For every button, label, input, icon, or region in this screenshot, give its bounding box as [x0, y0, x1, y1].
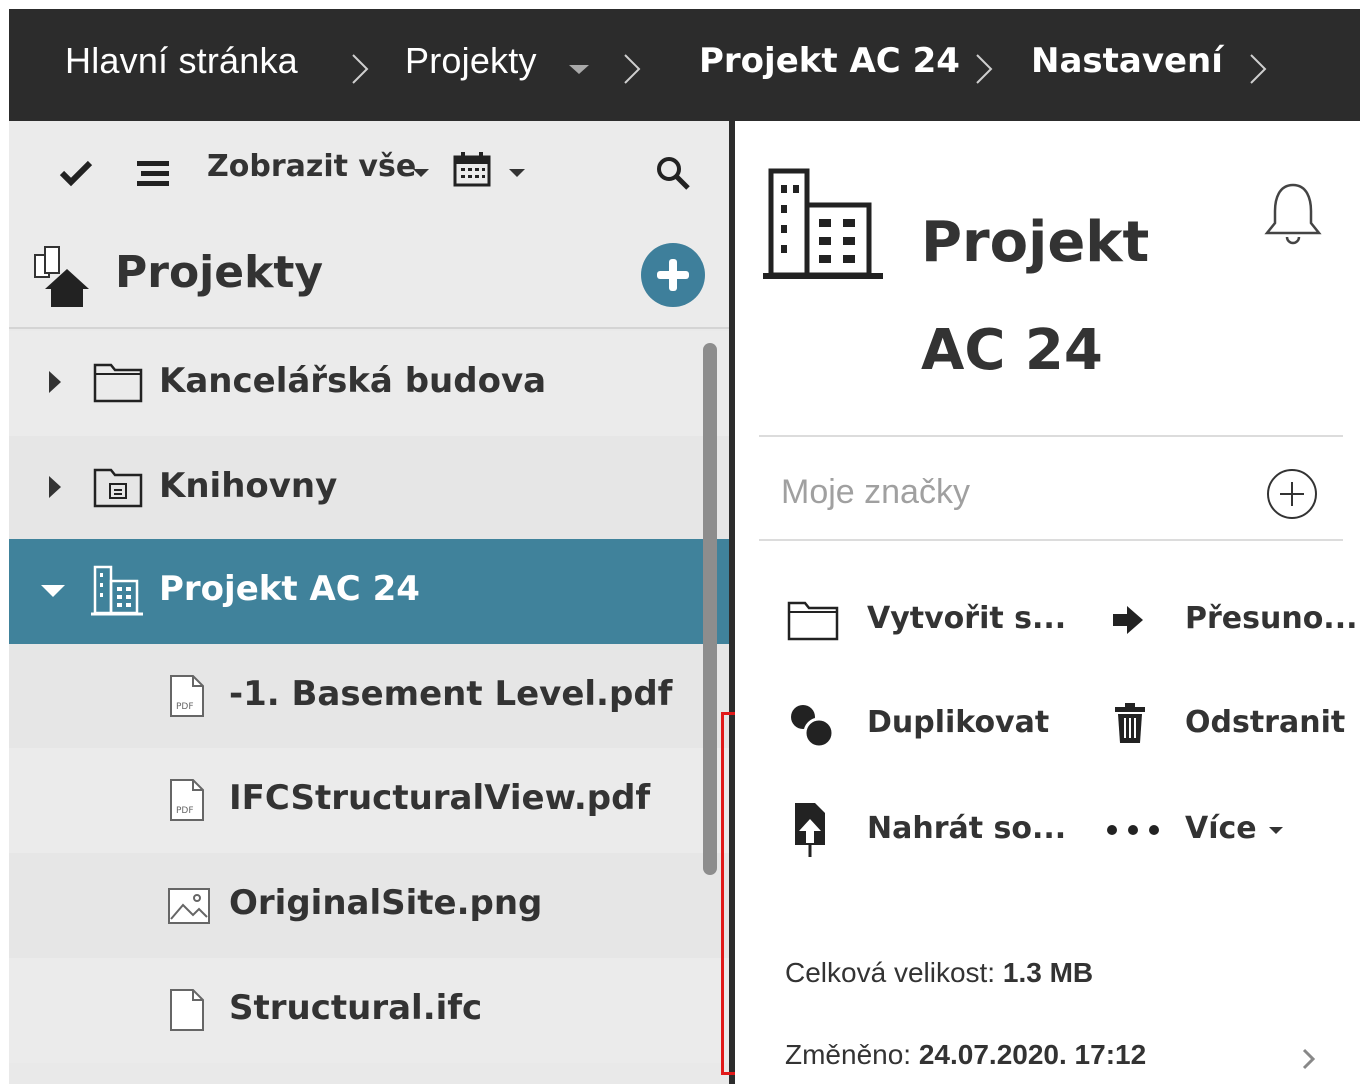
upload-icon: [795, 803, 825, 857]
add-tag-button[interactable]: [1267, 469, 1317, 519]
breadcrumb-settings[interactable]: Nastavení: [1031, 9, 1223, 121]
modified-label: Změněno:: [785, 1039, 912, 1070]
modified-value: 24.07.2020. 17:12: [918, 1039, 1147, 1070]
tree-row[interactable]: PDF IFCStructuralView.pdf: [9, 748, 729, 853]
caret-down-icon[interactable]: [509, 169, 525, 177]
duplicate-action[interactable]: Duplikovat: [787, 695, 1087, 755]
tree-row-label: -1. Basement Level.pdf: [229, 674, 673, 714]
action-label: Duplikovat: [867, 705, 1050, 740]
divider: [759, 435, 1343, 437]
more-action[interactable]: Více: [1105, 801, 1345, 861]
create-folder-action[interactable]: Vytvořit s...: [787, 591, 1087, 651]
pdf-file-icon: PDF: [170, 675, 204, 717]
check-icon[interactable]: [59, 159, 93, 187]
projects-header: Projekty: [9, 225, 729, 329]
breadcrumb-home[interactable]: Hlavní stránka: [65, 9, 298, 121]
building-large-icon: [763, 168, 883, 279]
more-icon: [1107, 825, 1159, 835]
tree-row[interactable]: Structural.ifc: [9, 958, 729, 1063]
delete-action[interactable]: Odstranit: [1111, 695, 1360, 755]
chevron-right-icon[interactable]: [1301, 1047, 1317, 1071]
projects-title: Projekty: [115, 247, 324, 298]
caret-down-icon[interactable]: [413, 169, 429, 177]
breadcrumb-project[interactable]: Projekt AC 24: [699, 9, 960, 121]
folder-icon: [787, 601, 839, 641]
filter-dropdown[interactable]: Zobrazit vše: [207, 149, 416, 184]
tree-row-label: IFCStructuralView.pdf: [229, 778, 651, 818]
library-folder-icon: [93, 468, 143, 508]
tree-row[interactable]: Kancelářská budova: [9, 331, 729, 436]
building-icon: [91, 565, 143, 616]
detail-panel: Projekt AC 24 Moje značky Vytvořit s... …: [735, 121, 1360, 1084]
detail-title: Projekt AC 24: [921, 210, 1150, 383]
duplicate-icon: [791, 705, 835, 749]
caret-down-icon: [1269, 827, 1283, 834]
calendar-icon[interactable]: [453, 151, 491, 187]
divider: [759, 539, 1343, 541]
search-icon[interactable]: [655, 155, 691, 191]
svg-text:PDF: PDF: [176, 806, 194, 816]
collapse-arrow-icon[interactable]: [41, 585, 65, 597]
chevron-right-icon: [624, 54, 641, 84]
tree-row-label: OriginalSite.png: [229, 883, 543, 923]
modified-date: Změněno: 24.07.2020. 17:12: [785, 1039, 1146, 1071]
list-icon[interactable]: [135, 159, 171, 189]
file-icon: [170, 989, 204, 1031]
total-size-label: Celková velikost:: [785, 957, 996, 988]
folder-icon: [93, 363, 143, 403]
tree-row-selected[interactable]: Projekt AC 24: [9, 539, 729, 644]
tree-row[interactable]: OriginalSite.png: [9, 853, 729, 958]
total-size: Celková velikost: 1.3 MB: [785, 957, 1093, 989]
action-label: Více: [1185, 811, 1257, 846]
project-tree-panel: Zobrazit vše Projekty Kancelářská budova…: [9, 121, 729, 1084]
tree-row-label: Structural.ifc: [229, 988, 483, 1028]
tags-field[interactable]: Moje značky: [781, 473, 970, 512]
action-label: Přesuno...: [1185, 601, 1358, 636]
expand-arrow-icon[interactable]: [49, 371, 61, 393]
projects-home-icon: [34, 246, 89, 307]
chevron-right-icon: [1250, 54, 1267, 84]
tree-row[interactable]: Knihovny: [9, 436, 729, 541]
tree-row[interactable]: PDF -1. Basement Level.pdf: [9, 644, 729, 749]
tree-row-label: Projekt AC 24: [159, 569, 420, 609]
move-action[interactable]: Přesuno...: [1111, 591, 1360, 651]
expand-arrow-icon[interactable]: [49, 476, 61, 498]
chevron-right-icon: [976, 54, 993, 84]
breadcrumb: Hlavní stránka Projekty Projekt AC 24 Na…: [9, 9, 1360, 121]
arrow-right-icon: [1113, 606, 1143, 634]
chevron-right-icon: [352, 54, 369, 84]
image-file-icon: [168, 888, 210, 924]
breadcrumb-projects[interactable]: Projekty: [405, 9, 537, 121]
app-window: Hlavní stránka Projekty Projekt AC 24 Na…: [0, 0, 1360, 1084]
total-size-value: 1.3 MB: [1002, 957, 1094, 988]
tree-row-label: Kancelářská budova: [159, 361, 547, 401]
trash-icon: [1115, 703, 1145, 743]
tree-row-label: Knihovny: [159, 466, 338, 506]
action-label: Nahrát so...: [867, 811, 1067, 846]
add-project-button[interactable]: [641, 243, 705, 307]
pdf-file-icon: PDF: [170, 779, 204, 821]
tree-toolbar: Zobrazit vše: [9, 121, 729, 225]
action-label: Vytvořit s...: [867, 601, 1067, 636]
tree-scrollbar[interactable]: [703, 343, 717, 875]
bell-icon[interactable]: [1263, 181, 1323, 247]
svg-text:PDF: PDF: [176, 702, 194, 712]
upload-action[interactable]: Nahrát so...: [787, 801, 1087, 861]
action-label: Odstranit: [1185, 705, 1346, 740]
caret-down-icon[interactable]: [569, 65, 589, 74]
